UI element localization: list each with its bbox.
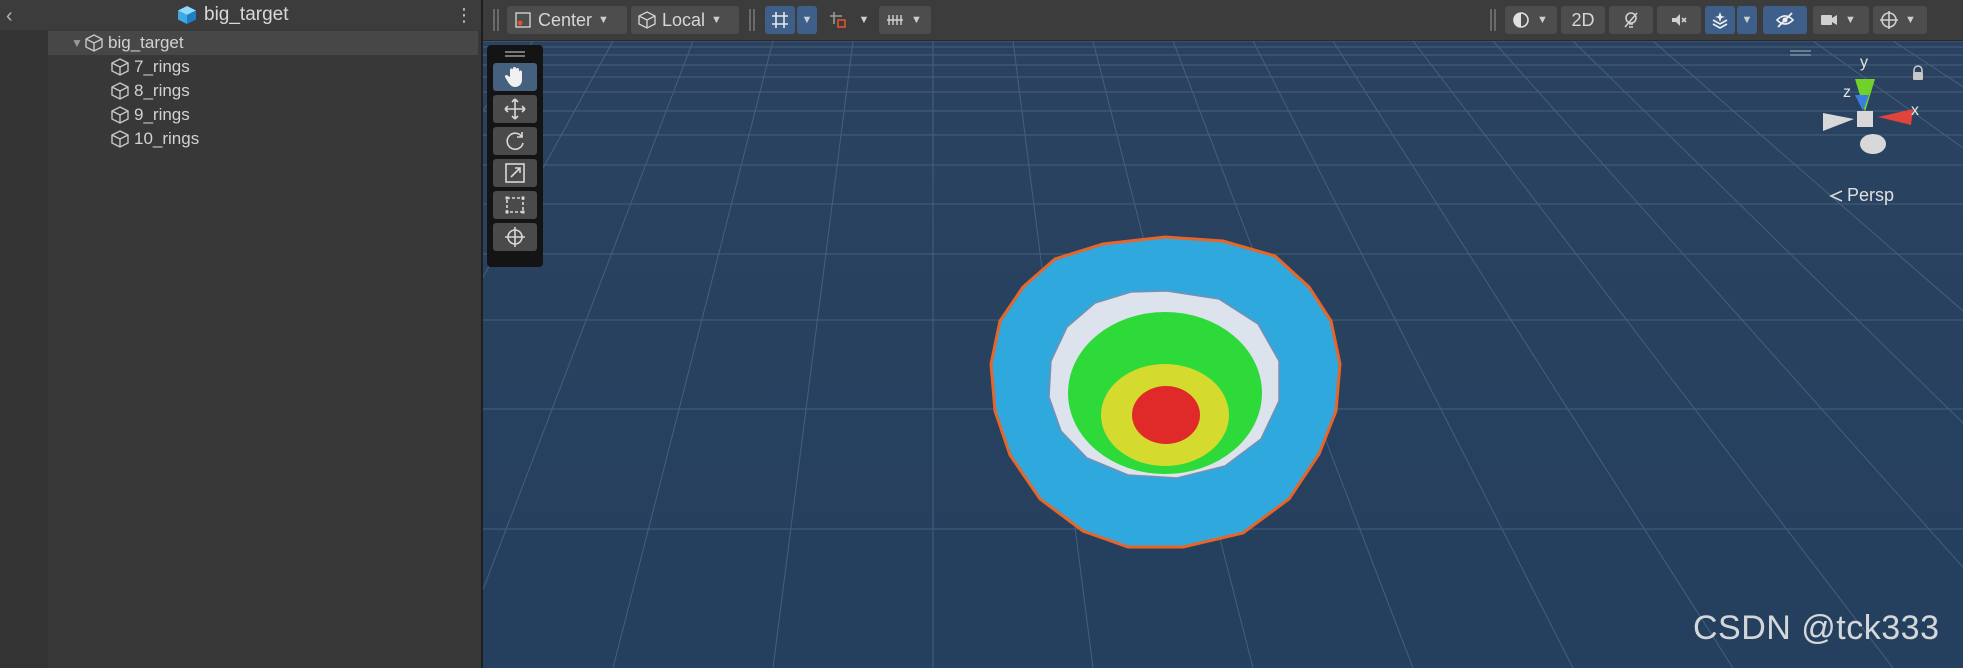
tree-item-label: 8_rings <box>134 81 190 100</box>
gizmo-y-label: y <box>1860 54 1868 71</box>
transform-icon <box>505 227 525 247</box>
scene-canvas[interactable]: y z x <box>483 41 1963 668</box>
scene-visibility-toggle[interactable] <box>1763 6 1807 34</box>
overlay-drag-handle[interactable] <box>505 51 525 57</box>
gizmo-z-label: z <box>1843 84 1851 101</box>
light-bulb-icon <box>1624 12 1638 28</box>
increment-snap-toggle[interactable] <box>823 6 853 34</box>
gameobject-cube-icon <box>111 58 129 76</box>
rect-tool-button[interactable] <box>493 191 537 219</box>
hierarchy-header: ‹ big_target ⋮ <box>0 0 481 30</box>
projection-toggle[interactable]: Persp <box>1829 185 1894 206</box>
hierarchy-panel: ‹ big_target ⋮ ▼ big_target 7_rings 8_ri… <box>0 0 481 668</box>
pivot-mode-dropdown[interactable]: Center ▼ <box>507 6 627 34</box>
hand-tool-button[interactable] <box>493 63 537 91</box>
gameobject-cube-icon <box>111 106 129 124</box>
pivot-rotation-label: Local <box>662 9 706 30</box>
move-tool-button[interactable] <box>493 95 537 123</box>
gizmo-neg-y-cone[interactable] <box>1860 134 1886 154</box>
tree-item-10-rings[interactable]: 10_rings <box>48 127 478 151</box>
lock-icon[interactable] <box>1911 65 1925 81</box>
gameobject-cube-icon <box>111 82 129 100</box>
rect-transform-icon <box>505 196 525 214</box>
eye-hidden-icon <box>1775 12 1795 28</box>
audio-toggle[interactable] <box>1657 6 1701 34</box>
tree-item-label: 7_rings <box>134 57 190 76</box>
gizmos-icon <box>1880 11 1898 29</box>
scene-viewport[interactable]: y z x Persp CSDN @tck333 <box>483 41 1963 668</box>
more-options-icon[interactable]: ⋮ <box>455 4 473 26</box>
chevron-down-icon: ▼ <box>1741 14 1753 26</box>
gizmo-x-label: x <box>1911 102 1919 119</box>
gizmos-dropdown[interactable]: ▼ <box>1873 6 1927 34</box>
chevron-down-icon: ▼ <box>598 14 609 26</box>
back-icon[interactable]: ‹ <box>6 6 26 26</box>
increment-snap-icon <box>830 12 846 28</box>
move-arrows-icon <box>504 98 526 120</box>
gameobject-cube-icon <box>111 130 129 148</box>
prefab-cube-icon <box>178 6 196 24</box>
gizmo-center-cube[interactable] <box>1857 111 1873 127</box>
layers-effects-icon <box>1712 12 1728 29</box>
tree-item-label: big_target <box>108 33 184 52</box>
projection-label: Persp <box>1847 185 1895 205</box>
ruler-icon <box>887 15 903 25</box>
tree-item-label: 10_rings <box>134 129 200 148</box>
rotate-icon <box>506 132 524 150</box>
prefab-title-label: big_target <box>204 4 289 25</box>
scene-toolbar: Center ▼ Local ▼ ▼ ▼ ▼ ▼ 2D ▼ ▼ ▼ <box>483 0 1963 41</box>
tree-item-8-rings[interactable]: 8_rings <box>48 79 478 103</box>
pivot-center-icon <box>515 12 531 28</box>
hand-icon <box>504 67 522 87</box>
grid-snap-options[interactable]: ▼ <box>797 6 817 34</box>
pivot-mode-label: Center <box>538 9 593 30</box>
snap-settings-dropdown[interactable]: ▼ <box>879 6 931 34</box>
scale-icon <box>505 163 525 183</box>
local-rotation-icon <box>638 11 656 29</box>
hierarchy-tree: ▼ big_target 7_rings 8_rings 9_rings 10_… <box>48 31 478 151</box>
toolbar-grip[interactable] <box>749 9 755 31</box>
chevron-down-icon: ▼ <box>858 14 870 26</box>
chevron-down-icon: ▼ <box>801 14 813 26</box>
pivot-rotation-dropdown[interactable]: Local ▼ <box>631 6 739 34</box>
target-object[interactable] <box>989 235 1342 549</box>
expand-triangle-icon[interactable]: ▼ <box>70 36 84 50</box>
toggle-2d-label: 2D <box>1571 9 1595 30</box>
tree-item-label: 9_rings <box>134 105 190 124</box>
scene-view: Center ▼ Local ▼ ▼ ▼ ▼ ▼ 2D ▼ ▼ ▼ y z x … <box>483 0 1963 668</box>
tree-item-9-rings[interactable]: 9_rings <box>48 103 478 127</box>
toggle-2d-button[interactable]: 2D <box>1561 6 1605 34</box>
chevron-down-icon: ▼ <box>911 14 922 26</box>
effects-options[interactable]: ▼ <box>1737 6 1757 34</box>
prefab-title: big_target <box>176 3 289 27</box>
toolbar-grip[interactable] <box>1490 9 1496 31</box>
tools-overlay <box>487 45 543 267</box>
tree-item-7-rings[interactable]: 7_rings <box>48 55 478 79</box>
effects-toggle[interactable] <box>1705 6 1735 34</box>
hierarchy-gutter <box>0 30 48 668</box>
watermark: CSDN @tck333 <box>1693 609 1940 647</box>
grid-snap-icon <box>772 12 788 28</box>
chevron-down-icon: ▼ <box>1537 14 1548 26</box>
chevron-down-icon: ▼ <box>1905 14 1916 26</box>
lighting-toggle[interactable] <box>1609 6 1653 34</box>
increment-snap-options[interactable]: ▼ <box>855 6 873 34</box>
perspective-icon <box>1829 189 1843 202</box>
gameobject-cube-icon <box>85 34 103 52</box>
shading-sphere-icon <box>1513 12 1529 28</box>
tree-item-big-target[interactable]: ▼ big_target <box>48 31 478 55</box>
transform-tool-button[interactable] <box>493 223 537 251</box>
chevron-down-icon: ▼ <box>1845 14 1856 26</box>
shading-mode-dropdown[interactable]: ▼ <box>1505 6 1557 34</box>
target-ring-center[interactable] <box>1132 386 1200 444</box>
rotate-tool-button[interactable] <box>493 127 537 155</box>
camera-settings-dropdown[interactable]: ▼ <box>1813 6 1869 34</box>
toolbar-grip[interactable] <box>493 9 499 31</box>
camera-icon <box>1821 15 1837 25</box>
chevron-down-icon: ▼ <box>711 14 722 26</box>
grid-snap-toggle[interactable] <box>765 6 795 34</box>
scale-tool-button[interactable] <box>493 159 537 187</box>
speaker-muted-icon <box>1672 14 1687 26</box>
